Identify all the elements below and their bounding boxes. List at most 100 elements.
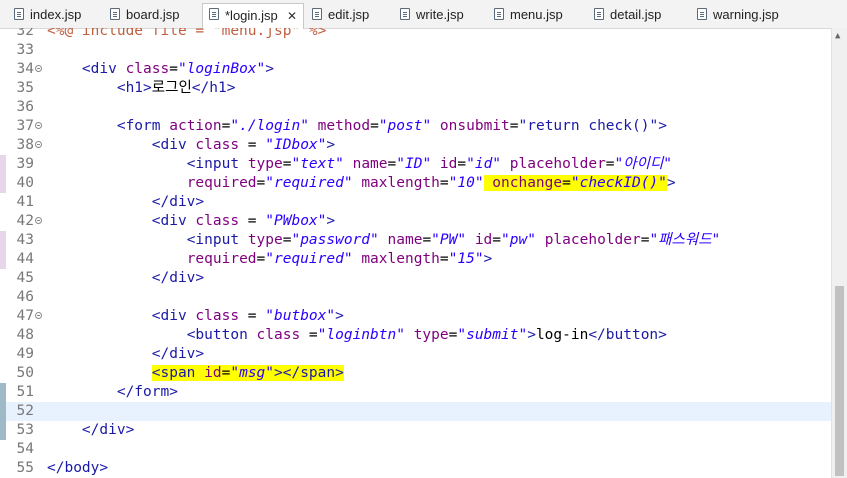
code-text: required="required" maxlength="15"> [186, 251, 493, 267]
code-text: <div class = "butbox"> [151, 308, 344, 324]
tab-label: index.jsp [30, 7, 82, 22]
line-number: 37 [16, 118, 34, 134]
line-number: 47 [16, 308, 34, 324]
tab-detail-jsp[interactable]: detail.jsp [588, 4, 661, 26]
line-number: 34 [16, 61, 34, 77]
tab-label: menu.jsp [510, 7, 563, 22]
code-line-45: 45 </div> [0, 269, 831, 288]
line-number: 44 [16, 251, 34, 267]
code-text: <div class = "IDbox"> [151, 137, 336, 153]
code-line-40: 40 required="required" maxlength="10" on… [0, 174, 831, 193]
code-text: </body> [47, 460, 109, 476]
fold-toggle-icon[interactable] [35, 65, 42, 72]
code-line-53: 53 </div> [0, 421, 831, 440]
line-number: 32 [16, 28, 34, 39]
code-line-50: 50 <span id="msg"></span> [0, 364, 831, 383]
code-line-51: 51 </form> [0, 383, 831, 402]
jsp-file-icon [400, 8, 410, 20]
code-line-43: 43 <input type="password" name="PW" id="… [0, 231, 831, 250]
jsp-file-icon [14, 8, 24, 20]
line-number: 55 [16, 460, 34, 476]
jsp-file-icon [209, 8, 219, 20]
code-line-49: 49 </div> [0, 345, 831, 364]
line-number: 51 [16, 384, 34, 400]
fold-toggle-icon[interactable] [35, 312, 42, 319]
tab-label: board.jsp [126, 7, 180, 22]
close-icon[interactable]: ✕ [287, 4, 297, 28]
jsp-file-icon [110, 8, 120, 20]
line-number: 52 [16, 403, 34, 419]
code-line-44: 44 required="required" maxlength="15"> [0, 250, 831, 269]
code-text: required="required" maxlength="10" oncha… [186, 175, 676, 191]
code-line-46: 46 [0, 288, 831, 307]
code-text: </form> [116, 384, 178, 400]
code-line-32: 32 <%@ include file = "menu.jsp" %> [0, 28, 831, 41]
line-number: 49 [16, 346, 34, 362]
fold-toggle-icon[interactable] [35, 122, 42, 129]
line-number: 46 [16, 289, 34, 305]
code-text: <div class="loginBox"> [81, 61, 275, 77]
tab-warning-jsp[interactable]: warning.jsp [691, 4, 779, 26]
code-editor[interactable]: 32 <%@ include file = "menu.jsp" %> 33 34… [0, 28, 831, 478]
tab-label: edit.jsp [328, 7, 370, 22]
line-number: 39 [16, 156, 34, 172]
code-text: <input type="text" name="ID" id="id" pla… [186, 156, 673, 172]
line-number: 48 [16, 327, 34, 343]
fold-toggle-icon[interactable] [35, 141, 42, 148]
code-line-54: 54 [0, 440, 831, 459]
code-line-39: 39 <input type="text" name="ID" id="id" … [0, 155, 831, 174]
code-line-36: 36 [0, 98, 831, 117]
code-text: <h1>로그인</h1> [116, 80, 236, 96]
code-line-41: 41 </div> [0, 193, 831, 212]
line-number: 38 [16, 137, 34, 153]
code-text: <div class = "PWbox"> [151, 213, 336, 229]
line-number: 35 [16, 80, 34, 96]
tab-menu-jsp[interactable]: menu.jsp [488, 4, 563, 26]
code-line-33: 33 [0, 41, 831, 60]
code-text: <button class ="loginbtn" type="submit">… [186, 327, 667, 343]
line-number: 45 [16, 270, 34, 286]
code-text: <span id="msg"></span> [151, 365, 344, 381]
editor-tab-bar: index.jsp board.jsp *login.jsp ✕ edit.jsp… [0, 0, 847, 29]
code-line-47: 47 <div class = "butbox"> [0, 307, 831, 326]
line-number: 50 [16, 365, 34, 381]
code-text: </div> [151, 270, 205, 286]
tab-label: detail.jsp [610, 7, 662, 22]
scrollbar-thumb[interactable] [835, 286, 844, 476]
line-number: 36 [16, 99, 34, 115]
fold-toggle-icon[interactable] [35, 217, 42, 224]
jsp-file-icon [697, 8, 707, 20]
scroll-up-arrow-icon[interactable]: ▲ [835, 31, 840, 41]
code-text: </div> [81, 422, 135, 438]
vertical-scrollbar[interactable]: ▲ [831, 28, 847, 478]
tab-label: write.jsp [416, 7, 464, 22]
code-text: <form action="./login" method="post" ons… [116, 118, 667, 134]
code-line-38: 38 <div class = "IDbox"> [0, 136, 831, 155]
jsp-file-icon [494, 8, 504, 20]
code-line-48: 48 <button class ="loginbtn" type="submi… [0, 326, 831, 345]
line-number: 42 [16, 213, 34, 229]
code-line-34: 34 <div class="loginBox"> [0, 60, 831, 79]
code-text: <input type="password" name="PW" id="pw"… [186, 232, 721, 248]
jsp-file-icon [594, 8, 604, 20]
line-number: 43 [16, 232, 34, 248]
jsp-file-icon [312, 8, 322, 20]
tab-board-jsp[interactable]: board.jsp [104, 4, 179, 26]
tab-label: warning.jsp [713, 7, 779, 22]
line-number: 53 [16, 422, 34, 438]
line-number: 54 [16, 441, 34, 457]
code-text: </div> [151, 194, 205, 210]
code-line-37: 37 <form action="./login" method="post" … [0, 117, 831, 136]
tab-index-jsp[interactable]: index.jsp [8, 4, 81, 26]
code-line-35: 35 <h1>로그인</h1> [0, 79, 831, 98]
tab-write-jsp[interactable]: write.jsp [394, 4, 464, 26]
line-number: 33 [16, 42, 34, 58]
tab-login-jsp[interactable]: *login.jsp ✕ [202, 3, 304, 29]
line-number: 40 [16, 175, 34, 191]
line-number: 41 [16, 194, 34, 210]
tab-label: *login.jsp [225, 8, 278, 23]
tab-edit-jsp[interactable]: edit.jsp [306, 4, 369, 26]
code-line-55: 55 </body> [0, 459, 831, 478]
code-text: <%@ include file = "menu.jsp" %> [47, 28, 327, 39]
code-line-42: 42 <div class = "PWbox"> [0, 212, 831, 231]
